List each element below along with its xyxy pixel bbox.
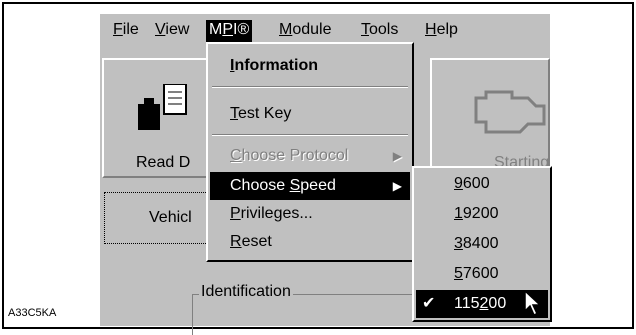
menu-module-mnemonic: M	[279, 21, 293, 38]
choose-protocol-label: hoose Protocol	[241, 147, 349, 164]
menu-view-label: iew	[165, 21, 190, 38]
menu-mpi-label: I®	[233, 21, 250, 38]
starting-button[interactable]: Starting	[430, 58, 550, 178]
menu-item-information[interactable]: Information	[210, 52, 410, 80]
speed-38400-label: 8400	[462, 235, 499, 252]
choose-protocol-mnemonic: C	[230, 147, 242, 164]
speed-option-38400[interactable]: 38400	[416, 230, 548, 258]
menu-tools-mnemonic: T	[361, 21, 369, 38]
menu-view[interactable]: View	[152, 20, 192, 42]
choose-speed-mnemonic: S	[289, 177, 301, 194]
information-label: nformation	[234, 57, 318, 74]
menu-bar: File View MPI® Module Tools Help	[100, 14, 550, 44]
speed-9600-label: 600	[462, 175, 490, 192]
checkmark-icon: ✔	[422, 295, 436, 312]
speed-38400-mnemonic: 3	[454, 235, 463, 252]
menu-file-mnemonic: F	[113, 21, 123, 38]
speed-option-57600[interactable]: 57600	[416, 260, 548, 288]
menu-item-choose-speed[interactable]: Choose Speed ▶	[210, 172, 410, 200]
menu-mpi[interactable]: MPI®	[206, 20, 253, 42]
menu-item-test-key[interactable]: Test Key	[210, 100, 410, 128]
test-key-mnemonic: T	[230, 105, 238, 122]
submenu-arrow-icon: ▶	[392, 179, 402, 193]
speed-option-19200[interactable]: 19200	[416, 200, 548, 228]
read-button[interactable]: Read D	[102, 58, 214, 178]
menu-module-label: odule	[292, 21, 332, 38]
speed-19200-label: 9200	[462, 205, 499, 222]
menu-tools-label: ools	[369, 21, 399, 38]
reset-mnemonic: R	[230, 233, 242, 250]
menu-file[interactable]: File	[110, 20, 142, 42]
menu-item-choose-protocol: Choose Protocol ▶	[210, 142, 410, 170]
vehicle-tab-label: Vehicl	[149, 209, 192, 226]
speed-115200-label: 00	[488, 295, 507, 312]
speed-57600-label: 7600	[462, 265, 499, 282]
speed-19200-mnemonic: 1	[454, 205, 463, 222]
menu-help-mnemonic: H	[425, 21, 437, 38]
menu-separator	[212, 86, 408, 88]
privileges-mnemonic: P	[230, 205, 241, 222]
menu-item-reset[interactable]: Reset	[210, 228, 410, 256]
figure-id: A33C5KA	[8, 307, 57, 319]
engine-icon	[474, 90, 546, 134]
menu-help[interactable]: Help	[422, 20, 461, 42]
read-button-label: Read D	[136, 154, 191, 171]
mouse-pointer-icon	[524, 290, 542, 317]
identification-group-label: Identification	[199, 283, 293, 301]
menu-separator	[212, 134, 408, 136]
speed-57600-mnemonic: 5	[454, 265, 463, 282]
menu-mpi-mnemonic: P	[222, 21, 233, 38]
mpi-menu: Information Test Key Choose Protocol ▶ Ch…	[206, 42, 414, 262]
menu-mpi-prefix: M	[209, 21, 223, 38]
choose-speed-prefix: Choose	[230, 177, 290, 194]
speed-115200-prefix: 115	[454, 295, 480, 312]
menu-item-privileges[interactable]: Privileges...	[210, 200, 410, 228]
menu-help-label: elp	[436, 21, 458, 38]
menu-file-label: ile	[122, 21, 139, 38]
menu-module[interactable]: Module	[276, 20, 334, 42]
speed-option-9600[interactable]: 9600	[416, 170, 548, 198]
speed-9600-mnemonic: 9	[454, 175, 463, 192]
test-key-label: est Key	[238, 105, 292, 122]
menu-view-mnemonic: V	[155, 21, 166, 38]
vehicle-interface-icon	[138, 84, 187, 130]
reset-label: eset	[241, 233, 272, 250]
choose-speed-label: peed	[300, 177, 336, 194]
submenu-arrow-icon: ▶	[392, 149, 402, 163]
menu-tools[interactable]: Tools	[358, 20, 401, 42]
privileges-label: rivileges...	[240, 205, 313, 222]
